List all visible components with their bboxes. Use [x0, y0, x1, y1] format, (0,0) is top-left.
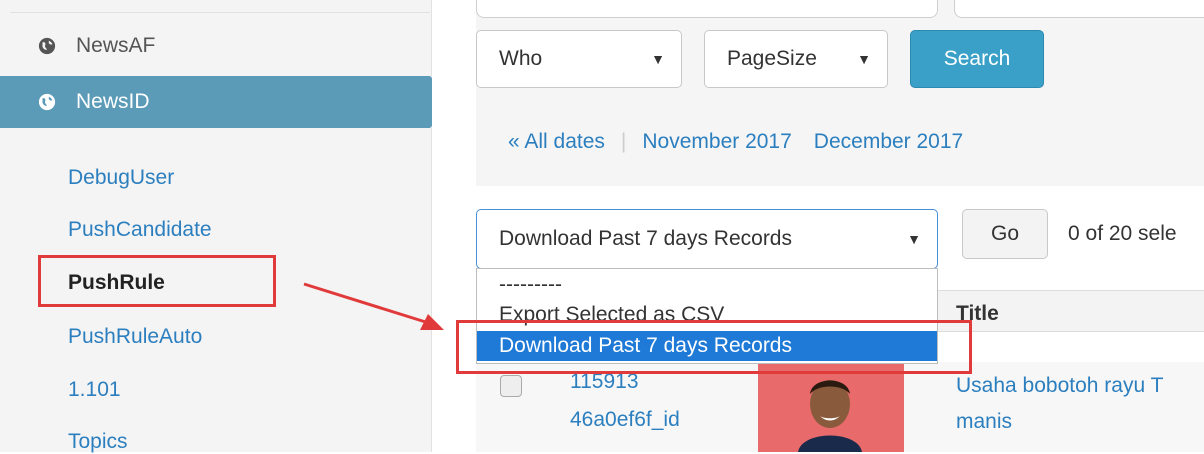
globe-icon: [38, 93, 56, 111]
sidebar-model-topics[interactable]: Topics: [68, 430, 128, 454]
sidebar-app-newsaf[interactable]: NewsAF: [0, 20, 432, 72]
action-select-value: Download Past 7 days Records: [499, 227, 792, 250]
date-separator: |: [620, 130, 627, 153]
globe-icon: [38, 37, 56, 55]
sidebar-app-label: NewsAF: [76, 34, 156, 57]
chevron-down-icon: ▼: [651, 51, 665, 67]
action-option-blank[interactable]: ---------: [499, 273, 562, 297]
pushrule-highlight-box: [38, 255, 276, 307]
selection-counter: 0 of 20 sele: [1068, 222, 1177, 245]
search-input-right[interactable]: [954, 0, 1204, 18]
sidebar-model-debuguser[interactable]: DebugUser: [68, 166, 174, 190]
main-content: Who ▼ PageSize ▼ Search « All dates | No…: [432, 0, 1204, 452]
chevron-down-icon: ▼: [857, 51, 871, 67]
sidebar-model-1-101[interactable]: 1.101: [68, 378, 121, 402]
go-button[interactable]: Go: [962, 209, 1048, 259]
all-dates-link[interactable]: « All dates: [508, 130, 605, 154]
who-filter-label: Who: [499, 47, 543, 70]
sidebar-model-pushruleauto[interactable]: PushRuleAuto: [68, 325, 202, 349]
row-checkbox[interactable]: [500, 375, 522, 397]
month-link-december-2017[interactable]: December 2017: [814, 130, 963, 154]
person-photo-icon: [758, 364, 904, 452]
search-button[interactable]: Search: [910, 30, 1044, 88]
sidebar-model-pushcandidate[interactable]: PushCandidate: [68, 218, 212, 242]
download-option-highlight-box: [456, 320, 972, 374]
action-select[interactable]: Download Past 7 days Records ▼: [476, 209, 938, 269]
pagesize-filter-label: PageSize: [727, 47, 817, 70]
month-link-november-2017[interactable]: November 2017: [642, 130, 791, 154]
who-filter-select[interactable]: Who ▼: [476, 30, 682, 88]
sidebar-app-newsid[interactable]: NewsID: [0, 76, 454, 128]
sidebar-divider: [10, 12, 430, 13]
chevron-down-icon: ▼: [907, 231, 921, 247]
row-title-link[interactable]: Usaha bobotoh rayu T: [956, 374, 1163, 398]
row-id-link-suffix[interactable]: 46a0ef6f_id: [570, 408, 680, 432]
date-hierarchy: « All dates | November 2017 December 201…: [508, 130, 963, 154]
sidebar-app-label: NewsID: [76, 90, 150, 113]
filter-panel: [476, 0, 1204, 186]
pagesize-filter-select[interactable]: PageSize ▼: [704, 30, 888, 88]
search-input-left[interactable]: [476, 0, 938, 18]
sidebar: NewsAF NewsID DebugUser PushCandidate Pu…: [0, 0, 454, 454]
row-thumbnail: [758, 364, 904, 452]
row-title-link-continued[interactable]: manis: [956, 410, 1012, 434]
